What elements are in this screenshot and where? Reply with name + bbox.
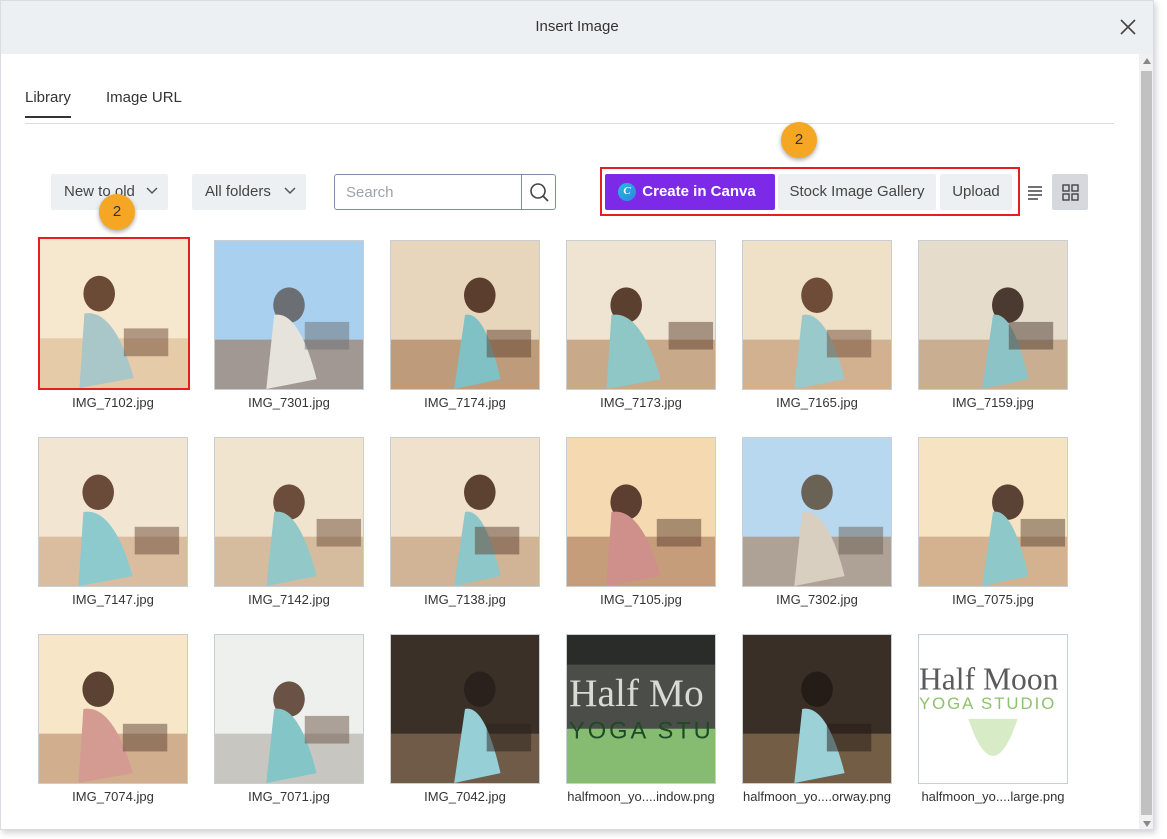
thumbnail-image [743, 438, 891, 586]
thumbnail-image [39, 635, 187, 783]
image-filename: IMG_7165.jpg [776, 395, 858, 410]
stock-button-label: Stock Image Gallery [789, 183, 925, 200]
image-filename: IMG_7102.jpg [72, 395, 154, 410]
search-icon [530, 183, 549, 202]
image-filename: IMG_7105.jpg [600, 592, 682, 607]
image-thumbnail[interactable] [742, 240, 892, 390]
grid-view-icon [1062, 184, 1079, 201]
image-thumbnail[interactable]: Half Moon YOGA STUDIO [918, 634, 1068, 784]
search-button[interactable] [521, 175, 555, 209]
overlay-text: Half Mo [569, 671, 704, 715]
image-thumbnail[interactable] [390, 240, 540, 390]
image-thumbnail[interactable]: Half Mo YOGA STU [566, 634, 716, 784]
thumbnail-image [391, 241, 539, 389]
folders-dropdown[interactable]: All folders [192, 174, 306, 210]
image-filename: IMG_7301.jpg [248, 395, 330, 410]
annotation-badge-top: 2 [781, 122, 817, 158]
dialog-title: Insert Image [535, 18, 619, 35]
create-in-canva-button[interactable]: C Create in Canva [605, 174, 775, 210]
tab-divider [25, 123, 1114, 124]
overlay-text: YOGA STU [569, 719, 714, 745]
image-thumbnail[interactable] [390, 437, 540, 587]
upload-button[interactable]: Upload [940, 174, 1012, 210]
thumbnail-image [743, 635, 891, 783]
tab-library[interactable]: Library [25, 89, 71, 118]
image-filename: halfmoon_yo....large.png [921, 789, 1065, 804]
grid-view-button[interactable] [1052, 174, 1088, 210]
canva-logo-icon: C [618, 183, 636, 201]
image-filename: IMG_7042.jpg [424, 789, 506, 804]
image-filename: IMG_7071.jpg [248, 789, 330, 804]
image-thumbnail[interactable] [390, 634, 540, 784]
folders-dropdown-label: All folders [205, 183, 271, 200]
dialog-titlebar: Insert Image [1, 1, 1153, 54]
image-thumbnail[interactable] [38, 437, 188, 587]
thumbnail-image [215, 635, 363, 783]
thumbnail-image [391, 635, 539, 783]
thumbnail-image: Half Mo YOGA STU [567, 635, 715, 783]
image-thumbnail[interactable] [214, 240, 364, 390]
chevron-down-icon [146, 187, 158, 195]
chevron-down-icon [284, 187, 296, 195]
scroll-down-arrow-icon[interactable] [1143, 821, 1151, 827]
thumbnail-image [919, 241, 1067, 389]
scrollbar-thumb[interactable] [1141, 71, 1152, 815]
image-thumbnail[interactable] [742, 437, 892, 587]
image-filename: halfmoon_yo....indow.png [567, 789, 715, 804]
thumbnail-image: Half MoonYOGA STUDIO [919, 635, 1067, 783]
image-thumbnail[interactable] [38, 237, 190, 390]
thumbnail-image [215, 241, 363, 389]
list-view-icon [1028, 186, 1042, 200]
image-filename: IMG_7302.jpg [776, 592, 858, 607]
thumbnail-image [40, 239, 188, 388]
image-thumbnail[interactable] [742, 634, 892, 784]
tab-image-url[interactable]: Image URL [106, 89, 182, 106]
image-thumbnail[interactable] [214, 437, 364, 587]
image-filename: IMG_7173.jpg [600, 395, 682, 410]
image-filename: IMG_7075.jpg [952, 592, 1034, 607]
overlay-text: Half Moon [919, 661, 1059, 696]
thumbnail-image [215, 438, 363, 586]
search-box [334, 174, 556, 210]
image-thumbnail[interactable] [566, 437, 716, 587]
overlay-text: YOGA STUDIO [919, 694, 1056, 713]
scroll-up-arrow-icon[interactable] [1143, 58, 1151, 64]
search-input[interactable] [335, 175, 521, 209]
image-thumbnail[interactable] [214, 634, 364, 784]
image-filename: halfmoon_yo....orway.png [743, 789, 891, 804]
thumbnail-image [567, 241, 715, 389]
upload-button-label: Upload [952, 183, 1000, 200]
thumbnail-image [39, 438, 187, 586]
image-filename: IMG_7147.jpg [72, 592, 154, 607]
list-view-button[interactable] [1017, 174, 1053, 210]
close-icon[interactable] [1118, 17, 1138, 37]
image-filename: IMG_7159.jpg [952, 395, 1034, 410]
insert-image-dialog: Insert Image Library Image URL New to ol… [0, 0, 1154, 830]
image-thumbnail[interactable] [38, 634, 188, 784]
image-thumbnail[interactable] [918, 240, 1068, 390]
thumbnail-image [743, 241, 891, 389]
image-filename: IMG_7142.jpg [248, 592, 330, 607]
image-thumbnail[interactable] [918, 437, 1068, 587]
image-filename: IMG_7074.jpg [72, 789, 154, 804]
annotation-badge-left: 2 [99, 194, 135, 230]
thumbnail-image [567, 438, 715, 586]
stock-image-gallery-button[interactable]: Stock Image Gallery [778, 174, 936, 210]
canva-button-label: Create in Canva [642, 183, 756, 200]
scrollbar[interactable] [1139, 54, 1153, 829]
image-thumbnail[interactable] [566, 240, 716, 390]
image-filename: IMG_7174.jpg [424, 395, 506, 410]
image-filename: IMG_7138.jpg [424, 592, 506, 607]
thumbnail-image [919, 438, 1067, 586]
thumbnail-image [391, 438, 539, 586]
